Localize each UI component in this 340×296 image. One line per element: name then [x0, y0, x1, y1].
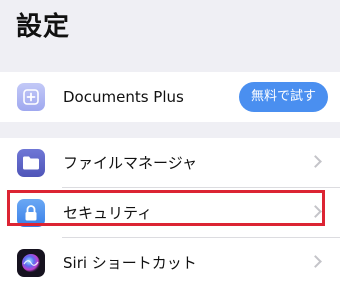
lock-icon: [17, 199, 45, 227]
siri-shortcuts-row[interactable]: Siri ショートカット: [0, 238, 340, 288]
folder-icon: [17, 149, 45, 177]
plus-icon: [17, 83, 45, 111]
free-trial-button[interactable]: 無料で試す: [238, 82, 328, 112]
chevron-right-icon: [309, 255, 322, 268]
siri-shortcuts-label: Siri ショートカット: [63, 254, 197, 272]
settings-list: ファイルマネージャ セキュリティ Siri ショートカット: [0, 138, 340, 296]
chevron-right-icon: [309, 205, 322, 218]
security-label: セキュリティ: [63, 204, 153, 222]
documents-plus-row[interactable]: Documents Plus 無料で試す: [0, 72, 340, 122]
siri-icon: [17, 249, 45, 277]
page-title: 設定: [16, 12, 71, 42]
file-manager-row[interactable]: ファイルマネージャ: [0, 138, 340, 188]
documents-plus-label: Documents Plus: [63, 88, 184, 106]
chevron-right-icon: [309, 155, 322, 168]
security-row[interactable]: セキュリティ: [0, 188, 340, 238]
promo-section: Documents Plus 無料で試す: [0, 72, 340, 122]
file-manager-label: ファイルマネージャ: [63, 154, 197, 172]
